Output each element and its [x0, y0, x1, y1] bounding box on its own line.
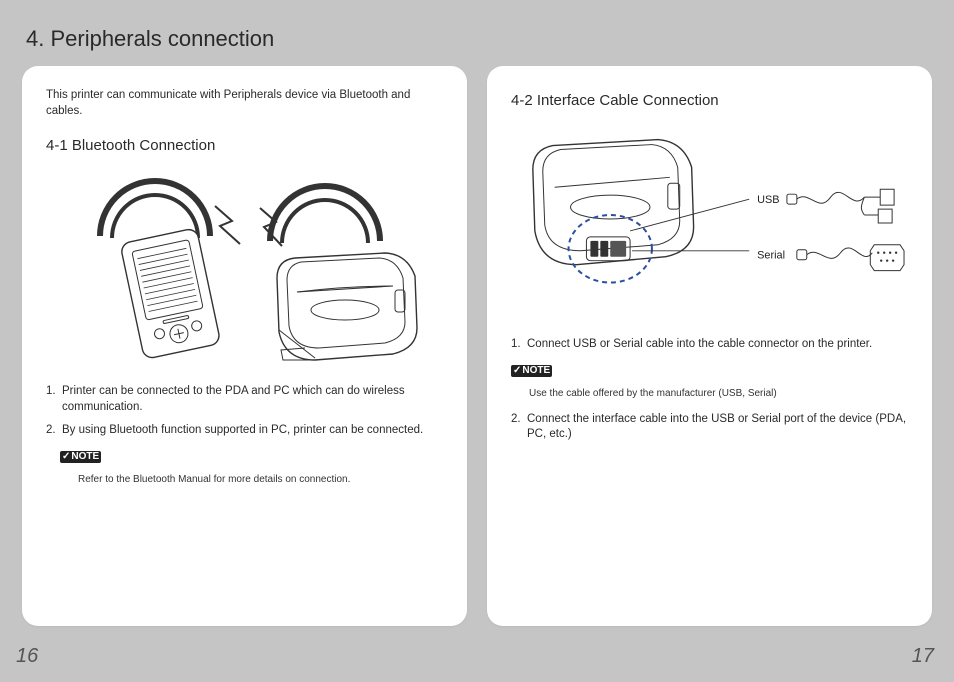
printer-icon	[277, 253, 417, 360]
bluetooth-svg	[60, 166, 430, 366]
subsection-title-cable: 4-2 Interface Cable Connection	[511, 92, 908, 109]
serial-label: Serial	[757, 250, 785, 262]
card-right: 4-2 Interface Cable Connection	[487, 66, 932, 626]
printer-icon	[533, 140, 694, 265]
note-badge-icon: ✓ NOTE	[511, 365, 552, 377]
usb-label: USB	[757, 194, 779, 206]
serial-cable-icon	[797, 245, 904, 271]
list-item: 1. Printer can be connected to the PDA a…	[46, 384, 443, 415]
page-number-left: 16	[16, 645, 38, 668]
page-right: 4-2 Interface Cable Connection	[477, 0, 954, 682]
pda-icon	[120, 228, 221, 360]
list-text: Connect USB or Serial cable into the cab…	[527, 337, 908, 353]
intro-text: This printer can communicate with Periph…	[46, 88, 443, 119]
section-title: 4. Peripherals connection	[26, 26, 467, 52]
page-number-right: 17	[912, 645, 934, 668]
list-text: Printer can be connected to the PDA and …	[62, 384, 443, 415]
check-icon: ✓	[62, 452, 70, 462]
list-item: 2. By using Bluetooth function supported…	[46, 423, 443, 439]
illustration-bluetooth	[46, 166, 443, 366]
note-badge-icon: ✓ NOTE	[60, 451, 101, 463]
note-label: NOTE	[522, 366, 550, 376]
list-item: 1. Connect USB or Serial cable into the …	[511, 337, 908, 353]
list-number: 1.	[511, 337, 527, 353]
list-number: 1.	[46, 384, 62, 415]
list-number: 2.	[511, 412, 527, 443]
card-left: This printer can communicate with Periph…	[22, 66, 467, 626]
note-label: NOTE	[71, 452, 99, 462]
note-body: Use the cable offered by the manufacture…	[529, 387, 908, 400]
illustration-cable: USB Serial	[511, 119, 908, 319]
cable-svg: USB Serial	[511, 119, 908, 319]
list-text: Connect the interface cable into the USB…	[527, 412, 908, 443]
subsection-title-bluetooth: 4-1 Bluetooth Connection	[46, 137, 443, 154]
check-icon: ✓	[513, 366, 521, 376]
page-left: 4. Peripherals connection This printer c…	[0, 0, 477, 682]
note-body: Refer to the Bluetooth Manual for more d…	[78, 473, 443, 486]
list-number: 2.	[46, 423, 62, 439]
list-text: By using Bluetooth function supported in…	[62, 423, 443, 439]
list-item: 2. Connect the interface cable into the …	[511, 412, 908, 443]
page-spread: 4. Peripherals connection This printer c…	[0, 0, 954, 682]
usb-cable-icon	[787, 189, 894, 223]
note-block: ✓ NOTE	[60, 451, 443, 463]
note-block: ✓ NOTE	[511, 365, 908, 377]
